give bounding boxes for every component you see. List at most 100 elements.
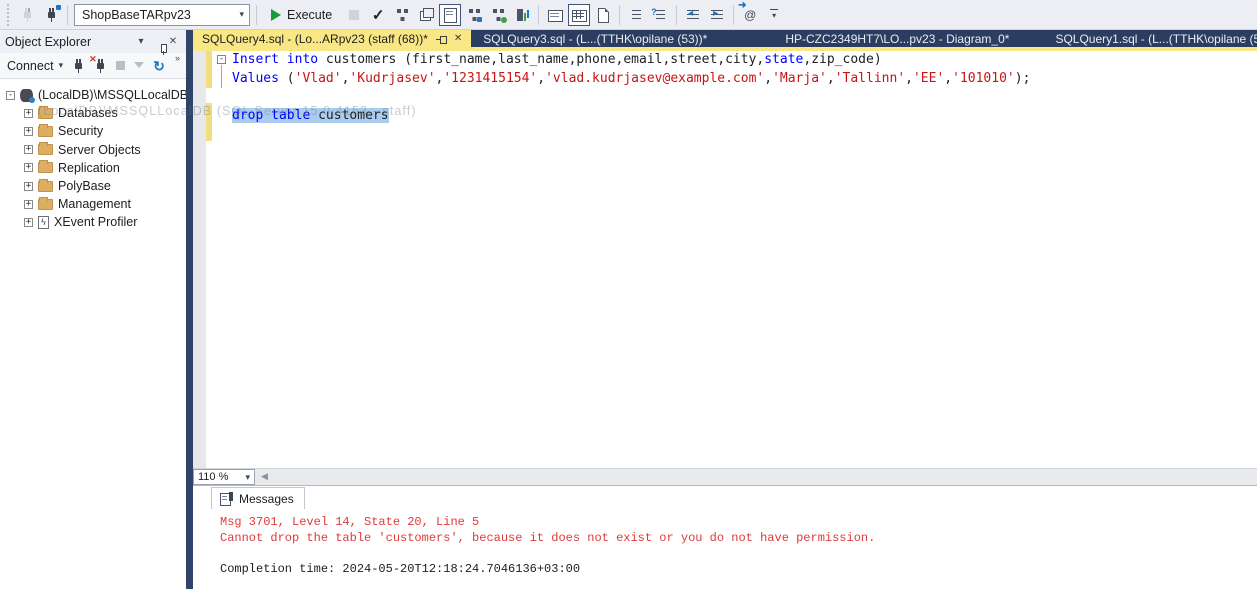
expand-icon[interactable]: +: [24, 127, 33, 136]
code-token: [279, 52, 287, 67]
live-query-statistics-button-glyph: [466, 7, 482, 23]
stop-icon[interactable]: [116, 61, 125, 70]
change-connection-button[interactable]: [40, 4, 62, 26]
tree-item-label: PolyBase: [58, 179, 111, 193]
expand-icon[interactable]: +: [24, 182, 33, 191]
zoom-combobox[interactable]: 110 % ▾: [193, 469, 255, 485]
toolbar-separator: [67, 5, 68, 25]
results-to-grid-button[interactable]: [568, 4, 590, 26]
expand-icon[interactable]: +: [24, 200, 33, 209]
tree-item-management[interactable]: +Management: [0, 195, 186, 213]
code-token: customers: [310, 108, 388, 123]
results-to-text-button[interactable]: [544, 4, 566, 26]
display-estimated-plan-button[interactable]: [391, 4, 413, 26]
pin-icon[interactable]: [435, 33, 447, 45]
messages-icon: [220, 492, 233, 505]
tab-label: SQLQuery4.sql - (Lo...ARpv23 (staff (68)…: [202, 32, 428, 46]
connect-label: Connect: [7, 59, 54, 73]
plug-stem: [27, 18, 28, 22]
code-area[interactable]: Insert into customers (first_name,last_n…: [232, 51, 1257, 468]
messages-tab-label: Messages: [239, 492, 294, 506]
parse-query-button[interactable]: ✓: [367, 4, 389, 26]
message-line: Completion time: 2024-05-20T12:18:24.704…: [220, 562, 1257, 578]
toolbar-grip[interactable]: [5, 4, 12, 26]
filter-icon[interactable]: [134, 62, 144, 68]
document-tab[interactable]: HP-CZC2349HT7\LO...pv23 - Diagram_0*: [776, 30, 1018, 47]
connect-button[interactable]: [16, 4, 38, 26]
message-line: Cannot drop the table 'customers', becau…: [220, 531, 1257, 547]
close-icon[interactable]: ✕: [165, 36, 181, 47]
x-mark: ✕: [89, 54, 97, 65]
tree-item-security[interactable]: +Security: [0, 122, 186, 140]
tree-item-label: Databases: [58, 106, 118, 120]
horizontal-scrollbar[interactable]: ◀: [255, 469, 1257, 485]
collapse-icon[interactable]: -: [6, 91, 15, 100]
live-query-statistics-button[interactable]: [463, 4, 485, 26]
server-icon: [20, 89, 33, 102]
execute-button[interactable]: Execute: [262, 4, 341, 26]
plug-stem: [100, 69, 101, 73]
toolbar-overflow-icon[interactable]: »: [175, 53, 179, 63]
outline-margin: -: [212, 51, 232, 468]
panel-splitter[interactable]: [186, 30, 193, 589]
code-token: 'Tallinn': [835, 71, 905, 86]
tree-item-replication[interactable]: +Replication: [0, 159, 186, 177]
cancel-query-button[interactable]: [343, 4, 365, 26]
connect-dropdown-button[interactable]: Connect ▾: [7, 59, 63, 73]
tree-item-localdb-mssqllocaldb[interactable]: - (LocalDB)\MSSQLLocalDB (: [0, 86, 186, 104]
indicator-margin: [193, 51, 206, 468]
tree-item-databases[interactable]: + Databases: [0, 104, 186, 122]
toolbar-separator: [538, 5, 539, 25]
window-position-icon[interactable]: ▾: [133, 36, 149, 47]
sql-editor[interactable]: - Insert into customers (first_name,last…: [193, 51, 1257, 468]
document-tab[interactable]: SQLQuery1.sql - (L...(TTHK\opilane (52))…: [1046, 30, 1257, 47]
uncomment-lines-button[interactable]: [649, 4, 671, 26]
display-estimated-plan-button-glyph: [394, 7, 410, 23]
close-icon[interactable]: ✕: [454, 33, 462, 44]
intellisense-enabled-button[interactable]: [439, 4, 461, 26]
code-token: 'Vlad': [295, 71, 342, 86]
expand-icon[interactable]: +: [24, 145, 33, 154]
expand-icon[interactable]: +: [24, 163, 33, 172]
include-actual-plan-button[interactable]: [415, 4, 437, 26]
tree-item-server-objects[interactable]: +Server Objects: [0, 141, 186, 159]
document-tab[interactable]: SQLQuery3.sql - (L...(TTHK\opilane (53))…: [474, 30, 716, 47]
increase-indent-button[interactable]: [706, 4, 728, 26]
results-to-file-button[interactable]: [592, 4, 614, 26]
tree-item-polybase[interactable]: + PolyBase: [0, 177, 186, 195]
code-token: customers (first_name,last_name,phone,em…: [318, 52, 764, 67]
tree-item-xevent-profiler[interactable]: +ϟXEvent Profiler: [0, 213, 186, 231]
expand-icon[interactable]: +: [24, 218, 33, 227]
folder-icon: [38, 126, 53, 137]
comment-lines-button-glyph: [628, 7, 644, 23]
toolbar-options-button[interactable]: ▾: [763, 4, 785, 26]
messages-body[interactable]: Msg 3701, Level 14, State 20, Line 5Cann…: [193, 509, 1257, 577]
tuning-advisor-button[interactable]: [511, 4, 533, 26]
folder-icon: [38, 181, 53, 192]
expand-icon[interactable]: +: [24, 109, 33, 118]
client-statistics-button[interactable]: [487, 4, 509, 26]
fold-collapse-icon[interactable]: -: [217, 55, 226, 64]
tree-item-label: XEvent Profiler: [54, 215, 137, 229]
scroll-left-icon[interactable]: ◀: [261, 471, 268, 482]
database-combobox[interactable]: ShopBaseTARpv23▾: [74, 4, 250, 26]
message-line: [220, 546, 1257, 562]
tab-messages[interactable]: Messages: [211, 487, 305, 509]
document-tab[interactable]: SQLQuery4.sql - (Lo...ARpv23 (staff (68)…: [193, 30, 471, 47]
code-token: ,: [944, 71, 952, 86]
refresh-icon[interactable]: ↻: [153, 59, 165, 73]
code-token: table: [271, 108, 310, 123]
include-actual-plan-button-glyph: [418, 7, 434, 23]
object-explorer-titlebar[interactable]: Object Explorer ▾ ✕: [0, 30, 186, 53]
comment-lines-button[interactable]: [625, 4, 647, 26]
code-token: );: [1015, 71, 1031, 86]
template-parameters-button[interactable]: ➜@: [739, 4, 761, 26]
disconnect-icon[interactable]: ✕: [94, 58, 107, 73]
results-to-file-button-glyph: [595, 7, 611, 23]
folder-icon: [38, 144, 53, 155]
decrease-indent-button[interactable]: [682, 4, 704, 26]
tree-item-label: (LocalDB)\MSSQLLocalDB (: [38, 88, 186, 102]
selected-text: drop table customers: [232, 108, 389, 123]
connect-object-icon[interactable]: [72, 58, 85, 73]
code-token: drop: [232, 108, 263, 123]
